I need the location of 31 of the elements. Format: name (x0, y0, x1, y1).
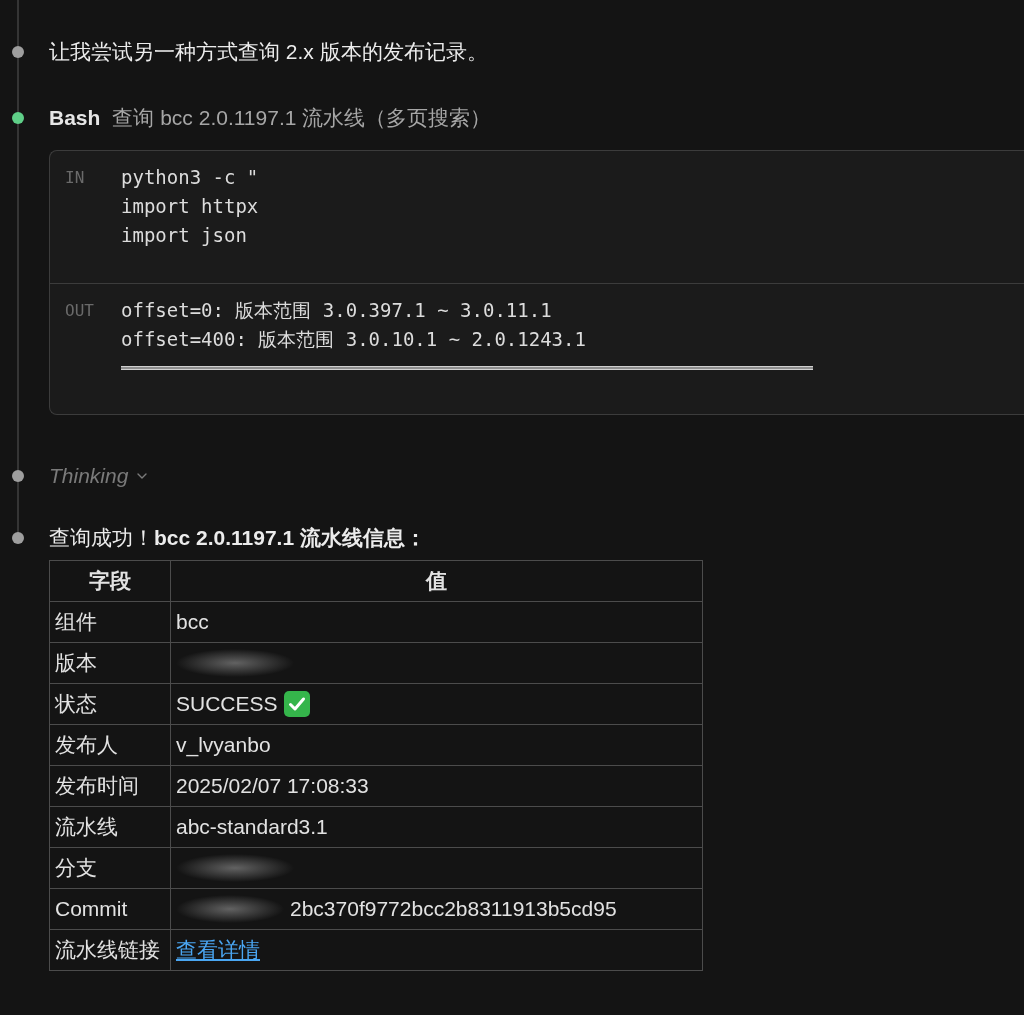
thinking-toggle[interactable]: Thinking (49, 462, 148, 490)
details-link[interactable]: 查看详情 (176, 938, 260, 961)
table-cell: 状态 (49, 683, 171, 725)
tool-description: 查询 bcc 2.0.1197.1 流水线（多页搜索） (112, 105, 492, 131)
table-cell: 发布时间 (49, 765, 171, 807)
output-line: offset=400: 版本范围 3.0.10.1 ~ 2.0.1243.1 (121, 327, 587, 352)
table-cell: 分支 (49, 847, 171, 889)
output-label: OUT (65, 300, 95, 322)
table-cell: 组件 (49, 601, 171, 643)
table-cell: 版本 (49, 642, 171, 684)
table-header-cell: 字段 (49, 560, 171, 602)
table-cell: 2025/02/07 17:08:33 (170, 765, 703, 807)
code-line: import json (121, 223, 248, 248)
code-line: python3 -c " (121, 165, 260, 190)
tool-name: Bash (49, 105, 101, 131)
table-cell: 流水线 (49, 806, 171, 848)
table-cell: abc-standard3.1 (170, 806, 703, 848)
input-label: IN (65, 167, 86, 189)
code-line: import httpx (121, 194, 260, 219)
table-cell: bcc (170, 601, 703, 643)
answer-text: 查询成功！bcc 2.0.1197.1 流水线信息： (49, 525, 427, 551)
table-cell: 流水线链接 (49, 929, 171, 971)
table-cell: v_lvyanbo (170, 724, 703, 766)
check-mark-icon (283, 691, 310, 718)
table-cell: 发布人 (49, 724, 171, 766)
table-cell: Commit (49, 888, 171, 930)
commit-hash-text: 2bc370f9772bcc2b8311913b5cd95 (290, 897, 617, 921)
output-line: offset=0: 版本范围 3.0.397.1 ~ 3.0.11.1 (121, 298, 553, 323)
status-text: SUCCESS (176, 692, 278, 717)
table-header-cell: 值 (170, 560, 703, 602)
message-text: 让我尝试另一种方式查询 2.x 版本的发布记录。 (49, 39, 489, 65)
